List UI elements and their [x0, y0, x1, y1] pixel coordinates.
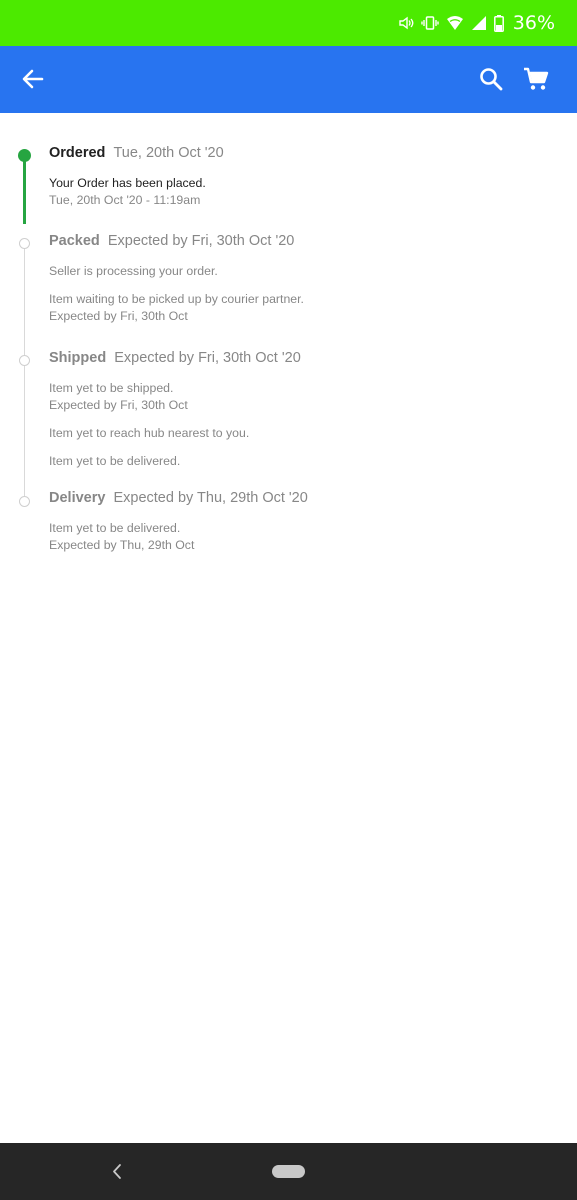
timeline-pending-line	[24, 244, 25, 501]
event-date: Expected by Fri, 30th Oct	[49, 309, 188, 323]
step-event: Seller is processing your order.	[49, 263, 218, 280]
step-name: Packed	[49, 233, 100, 249]
step-date: Expected by Thu, 29th Oct '20	[113, 490, 308, 506]
timeline-progress-line	[23, 156, 26, 224]
event-text: Item yet to be shipped.	[49, 381, 174, 395]
step-name: Ordered	[49, 145, 106, 161]
step-title-packed: Packed Expected by Fri, 30th Oct '20	[49, 233, 294, 249]
app-bar	[0, 46, 577, 113]
event-text: Item yet to be delivered.	[49, 454, 181, 468]
cart-icon[interactable]	[522, 65, 550, 93]
event-text: Item waiting to be picked up by courier …	[49, 292, 304, 306]
step-date: Expected by Fri, 30th Oct '20	[107, 233, 295, 249]
step-event: Item yet to be shipped. Expected by Fri,…	[49, 380, 188, 414]
event-date: Expected by Thu, 29th Oct	[49, 538, 195, 552]
event-date: Expected by Fri, 30th Oct	[49, 398, 188, 412]
step-dot-ordered	[18, 149, 31, 162]
step-event: Your Order has been placed. Tue, 20th Oc…	[49, 175, 206, 209]
step-dot-delivery	[19, 496, 30, 507]
step-title-shipped: Shipped Expected by Fri, 30th Oct '20	[49, 350, 301, 366]
event-date: Tue, 20th Oct '20 - 11:19am	[49, 193, 201, 207]
step-event: Item yet to be delivered. Expected by Th…	[49, 520, 194, 554]
nav-back-icon[interactable]	[110, 1163, 124, 1180]
step-name: Delivery	[49, 490, 106, 506]
step-event: Item waiting to be picked up by courier …	[49, 291, 304, 325]
step-name: Shipped	[49, 350, 107, 366]
battery-icon	[493, 14, 504, 32]
signal-icon	[471, 16, 486, 30]
step-event: Item yet to reach hub nearest to you.	[49, 425, 249, 442]
step-title-delivery: Delivery Expected by Thu, 29th Oct '20	[49, 490, 308, 506]
step-date: Expected by Fri, 30th Oct '20	[114, 350, 301, 366]
status-bar: 36%	[0, 0, 577, 46]
event-text: Your Order has been placed.	[49, 176, 206, 190]
event-text: Item yet to be delivered.	[49, 521, 181, 535]
event-text: Seller is processing your order.	[49, 264, 218, 278]
wifi-icon	[446, 16, 463, 30]
step-dot-packed	[19, 238, 30, 249]
step-event: Item yet to be delivered.	[49, 453, 180, 470]
vibrate-icon	[421, 16, 439, 30]
back-arrow-icon[interactable]	[20, 66, 46, 92]
speaker-icon	[399, 16, 414, 30]
step-date: Tue, 20th Oct '20	[113, 145, 224, 161]
event-text: Item yet to reach hub nearest to you.	[49, 426, 250, 440]
battery-percentage: 36%	[512, 12, 555, 34]
search-icon[interactable]	[478, 66, 504, 92]
step-title-ordered: Ordered Tue, 20th Oct '20	[49, 145, 224, 161]
nav-home-pill[interactable]	[272, 1165, 305, 1178]
step-dot-shipped	[19, 355, 30, 366]
